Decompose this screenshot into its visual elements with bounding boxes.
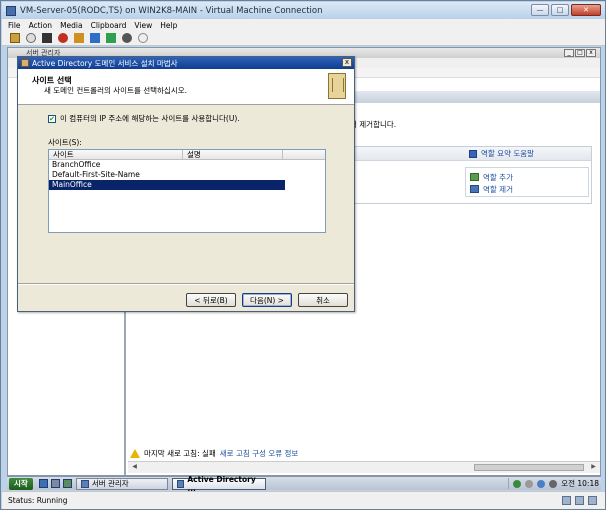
- use-ip-site-checkbox-row[interactable]: ✔ 이 컴퓨터의 IP 주소에 해당하는 사이트를 사용합니다(U).: [48, 113, 240, 124]
- book-icon: [328, 73, 346, 99]
- column-filler: [283, 150, 325, 159]
- menu-action[interactable]: Action: [29, 21, 53, 30]
- remove-roles-link[interactable]: 역할 제거: [483, 184, 513, 195]
- next-button[interactable]: 다음(N) >: [242, 293, 292, 307]
- task-server-manager[interactable]: 서버 관리자: [75, 477, 168, 490]
- warning-icon: [130, 448, 140, 458]
- scroll-right-icon[interactable]: ▶: [589, 463, 598, 472]
- roles-description: 서 제거합니다.: [350, 120, 397, 129]
- guest-taskbar: 시작 서버 관리자 Active Directory ... 오전 10:18: [7, 474, 601, 493]
- menu-media[interactable]: Media: [60, 21, 83, 30]
- menu-file[interactable]: File: [8, 21, 21, 30]
- sites-label: 사이트(S):: [48, 138, 82, 147]
- menu-view[interactable]: View: [134, 21, 152, 30]
- quick-launch: [38, 479, 72, 488]
- ctrl-alt-del-icon[interactable]: [10, 33, 20, 43]
- wizard-task-icon: [176, 479, 185, 488]
- refresh-status-text: 마지막 새로 고침: 실패: [144, 448, 216, 458]
- server-manager-quick-icon[interactable]: [62, 479, 72, 488]
- shutdown-icon[interactable]: [58, 33, 68, 43]
- roles-actions: 역할 추가 역할 제거: [465, 167, 589, 197]
- dialog-close-button[interactable]: x: [342, 58, 352, 67]
- add-roles-link[interactable]: 역할 추가: [483, 172, 513, 183]
- save-state-icon[interactable]: [74, 33, 84, 43]
- column-site[interactable]: 사이트: [49, 150, 183, 159]
- ime-icon[interactable]: [525, 479, 534, 488]
- sm-minimize-button[interactable]: _: [564, 49, 574, 57]
- site-row-mainoffice[interactable]: MainOffice: [49, 180, 285, 190]
- sm-refresh-status: 마지막 새로 고침: 실패 새로 고침 구성 오류 정보: [128, 446, 600, 460]
- use-ip-site-checkbox[interactable]: ✔: [48, 114, 56, 123]
- task-ad-wizard[interactable]: Active Directory ...: [171, 474, 266, 493]
- ad-ds-wizard-dialog: Active Directory 도메인 서비스 설치 마법사 x 사이트 선택…: [17, 56, 355, 312]
- clock: 오전 10:18: [561, 479, 599, 488]
- cancel-button[interactable]: 취소: [298, 293, 348, 307]
- network-icon[interactable]: [513, 479, 522, 488]
- vm-app-icon: [6, 5, 16, 16]
- use-ip-site-label: 이 컴퓨터의 IP 주소에 해당하는 사이트를 사용합니다(U).: [60, 114, 240, 123]
- dialog-title-bar: Active Directory 도메인 서비스 설치 마법사 x: [18, 57, 354, 69]
- system-tray: 오전 10:18: [508, 478, 599, 489]
- ie-icon[interactable]: [38, 479, 48, 488]
- turn-off-icon[interactable]: [42, 33, 52, 43]
- scroll-left-icon[interactable]: ◀: [130, 463, 139, 472]
- mouse-icon: [588, 496, 597, 505]
- add-role-icon: [470, 173, 479, 181]
- refresh-error-link[interactable]: 새로 고침 구성 오류 정보: [220, 448, 299, 459]
- vm-title: VM-Server-05(RODC,TS) on WIN2K8-MAIN - V…: [20, 5, 323, 16]
- site-row-branchoffice[interactable]: BranchOffice: [49, 160, 285, 170]
- vm-window: VM-Server-05(RODC,TS) on WIN2K8-MAIN - V…: [0, 0, 606, 510]
- reset-icon[interactable]: [106, 33, 116, 43]
- lock-icon: [575, 496, 584, 505]
- menu-clipboard[interactable]: Clipboard: [91, 21, 127, 30]
- sm-maximize-button[interactable]: □: [575, 49, 585, 57]
- close-button[interactable]: ✕: [571, 4, 601, 16]
- keyboard-icon: [562, 496, 571, 505]
- dialog-header: 사이트 선택 새 도메인 컨트롤러의 사이트를 선택하십시오.: [18, 69, 354, 105]
- start-button[interactable]: 시작: [9, 477, 33, 490]
- sites-list-header: 사이트 설명: [49, 150, 325, 160]
- maximize-button[interactable]: □: [551, 4, 569, 16]
- scrollbar-thumb[interactable]: [474, 464, 584, 471]
- pause-icon[interactable]: [90, 33, 100, 43]
- sites-list[interactable]: 사이트 설명 BranchOffice Default-First-Site-N…: [48, 149, 326, 233]
- server-manager-icon: [80, 479, 89, 488]
- back-button[interactable]: < 뒤로(B): [186, 293, 236, 307]
- dialog-subheading: 새 도메인 컨트롤러의 사이트를 선택하십시오.: [44, 86, 188, 95]
- show-desktop-icon[interactable]: [50, 479, 60, 488]
- roles-summary-help-link[interactable]: 역할 요약 도움말: [481, 148, 534, 159]
- minimize-button[interactable]: —: [531, 4, 549, 16]
- dialog-title: Active Directory 도메인 서비스 설치 마법사: [32, 58, 178, 68]
- task-ad-wizard-label: Active Directory ...: [187, 474, 256, 493]
- task-server-manager-label: 서버 관리자: [91, 479, 129, 488]
- vm-status-text: Status: Running: [8, 496, 68, 505]
- vm-menubar: File Action Media Clipboard View Help: [2, 19, 605, 31]
- snapshot-icon[interactable]: [122, 33, 132, 43]
- vm-toolbar: [2, 31, 605, 46]
- help-tray-icon[interactable]: [537, 479, 546, 488]
- vm-statusbar: Status: Running: [2, 491, 605, 509]
- revert-icon[interactable]: [138, 33, 148, 43]
- dialog-separator: [18, 283, 354, 285]
- menu-help[interactable]: Help: [160, 21, 177, 30]
- volume-icon[interactable]: [549, 479, 558, 488]
- column-description[interactable]: 설명: [183, 150, 283, 159]
- start-icon[interactable]: [26, 33, 36, 43]
- remove-role-icon: [470, 185, 479, 193]
- wizard-icon: [21, 59, 29, 67]
- site-row-default-first-site[interactable]: Default-First-Site-Name: [49, 170, 285, 180]
- horizontal-scrollbar[interactable]: ◀ ▶: [128, 461, 600, 473]
- sm-close-button[interactable]: x: [586, 49, 596, 57]
- start-label: 시작: [14, 479, 28, 488]
- vm-title-bar: VM-Server-05(RODC,TS) on WIN2K8-MAIN - V…: [2, 2, 605, 19]
- help-icon: [469, 149, 477, 158]
